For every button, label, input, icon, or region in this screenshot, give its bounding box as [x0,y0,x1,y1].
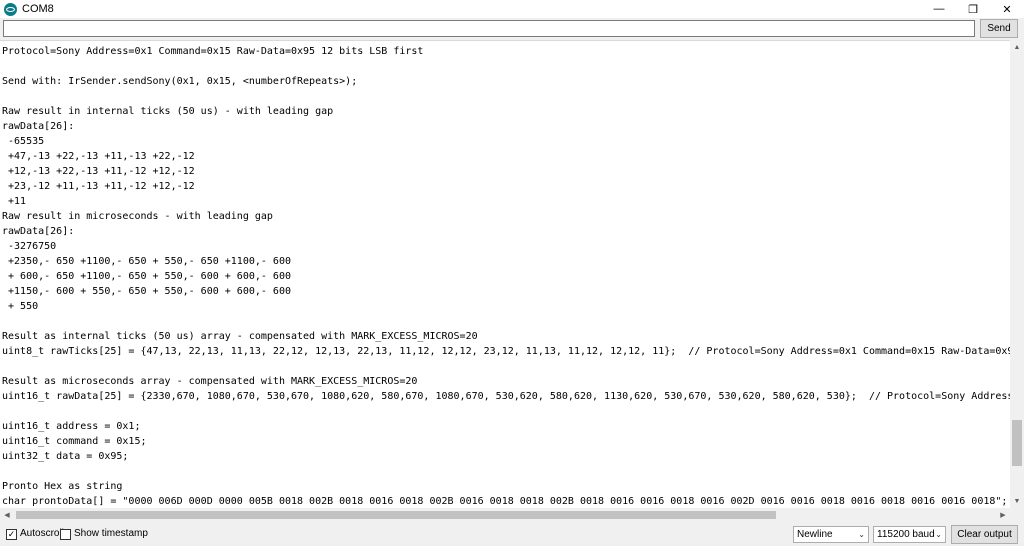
output-line: uint16_t rawData[25] = {2330,670, 1080,6… [2,391,1010,402]
output-line: + 550 [2,301,39,312]
scroll-left-arrow-icon[interactable]: ◀ [0,508,14,522]
output-line: -3276750 [2,241,57,252]
send-row: Send [0,18,1024,40]
horizontal-scroll-thumb[interactable] [16,511,776,519]
line-ending-select[interactable]: Newline ⌄ [793,526,869,543]
output-line: + 600,- 650 +1100,- 650 + 550,- 600 + 60… [2,271,291,282]
output-line: rawData[26]: [2,121,75,132]
output-line: rawData[26]: [2,226,75,237]
serial-output-text: Protocol=Sony Address=0x1 Command=0x15 R… [2,44,1010,508]
output-line: Send with: IrSender.sendSony(0x1, 0x15, … [2,76,358,87]
minimize-button[interactable]: — [922,0,956,18]
vertical-scrollbar[interactable]: ▲ ▼ [1010,40,1024,508]
autoscroll-label: Autoscroll [20,528,64,539]
window-controls: — ❐ ✕ [922,0,1024,18]
output-line: Result as internal ticks (50 us) array -… [2,331,478,342]
horizontal-scrollbar[interactable]: ◀ ▶ [0,508,1010,522]
scroll-up-arrow-icon[interactable]: ▲ [1010,40,1024,54]
window-title: COM8 [22,3,54,15]
output-line: +23,-12 +11,-13 +11,-12 +12,-12 [2,181,195,192]
baud-rate-value: 115200 baud [877,529,935,540]
restore-icon: ❐ [968,3,978,16]
output-line: +12,-13 +22,-13 +11,-12 +12,-12 [2,166,195,177]
checkmark-icon: ✓ [7,529,16,539]
chevron-down-icon: ⌄ [935,530,942,539]
output-line: +47,-13 +22,-13 +11,-13 +22,-12 [2,151,195,162]
output-line: Protocol=Sony Address=0x1 Command=0x15 R… [2,46,424,57]
baud-rate-select[interactable]: 115200 baud ⌄ [873,526,946,543]
autoscroll-checkbox[interactable]: ✓ [6,529,17,540]
output-line: Raw result in microseconds - with leadin… [2,211,273,222]
scrollbar-corner [1010,508,1024,522]
output-line: uint16_t command = 0x15; [2,436,147,447]
output-line: Result as microseconds array - compensat… [2,376,418,387]
close-button[interactable]: ✕ [990,0,1024,18]
output-line: uint8_t rawTicks[25] = {47,13, 22,13, 11… [2,346,1010,357]
output-line: +1150,- 600 + 550,- 650 + 550,- 600 + 60… [2,286,291,297]
minimize-icon: — [933,3,945,15]
output-line: uint32_t data = 0x95; [2,451,129,462]
output-line: uint16_t address = 0x1; [2,421,141,432]
close-icon: ✕ [1002,3,1012,16]
serial-output[interactable]: Protocol=Sony Address=0x1 Command=0x15 R… [0,40,1010,508]
arduino-icon [4,2,17,16]
line-ending-value: Newline [797,529,833,540]
send-button[interactable]: Send [980,19,1018,38]
send-input[interactable] [3,20,975,37]
scroll-down-arrow-icon[interactable]: ▼ [1010,494,1024,508]
bottom-bar: ✓ Autoscroll Show timestamp Newline ⌄ 11… [0,522,1024,546]
show-timestamp-checkbox[interactable] [60,529,71,540]
output-line: char prontoData[] = "0000 006D 000D 0000… [2,496,1008,507]
output-line: Raw result in internal ticks (50 us) - w… [2,106,334,117]
title-bar: COM8 — ❐ ✕ [0,0,1024,18]
output-line: -65535 [2,136,45,147]
chevron-down-icon: ⌄ [858,530,865,539]
output-line: Pronto Hex as string [2,481,123,492]
vertical-scroll-thumb[interactable] [1012,420,1022,466]
scroll-right-arrow-icon[interactable]: ▶ [996,508,1010,522]
restore-button[interactable]: ❐ [956,0,990,18]
show-timestamp-label: Show timestamp [74,528,148,539]
output-line: +11 [2,196,27,207]
clear-output-button[interactable]: Clear output [951,525,1018,544]
output-line: +2350,- 650 +1100,- 650 + 550,- 650 +110… [2,256,291,267]
